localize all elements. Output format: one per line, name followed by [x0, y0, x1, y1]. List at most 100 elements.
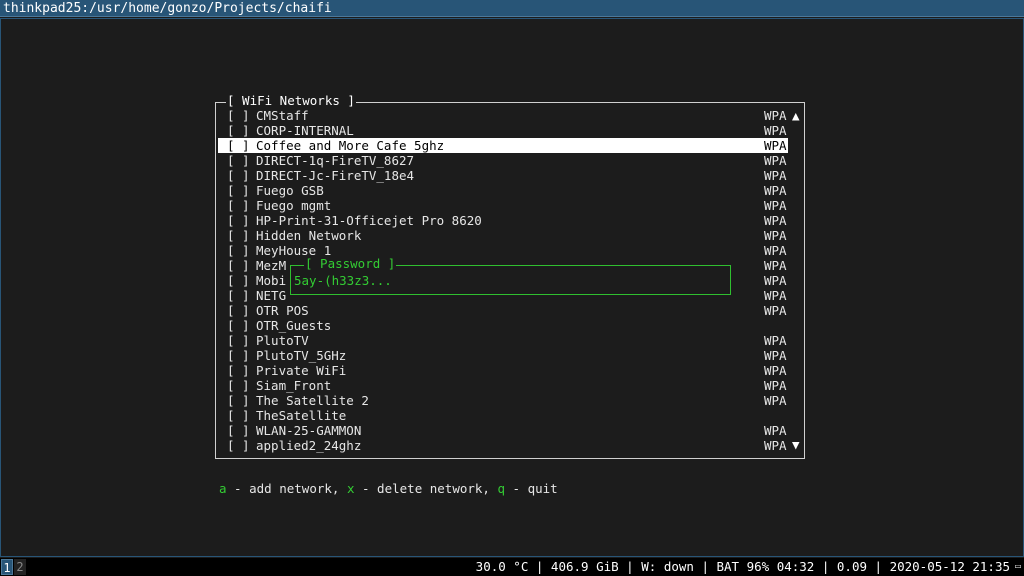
- network-ssid: WLAN-25-GAMMON: [256, 423, 362, 438]
- network-security: WPA: [764, 363, 787, 378]
- network-checkbox[interactable]: [ ]: [227, 348, 250, 363]
- network-ssid: The Satellite 2: [256, 393, 369, 408]
- network-ssid: OTR POS: [256, 303, 309, 318]
- network-security: WPA: [764, 228, 787, 243]
- network-checkbox[interactable]: [ ]: [227, 273, 250, 288]
- network-row[interactable]: [ ] TheSatellite: [218, 408, 788, 423]
- key-hints: a - add network, x - delete network, q -…: [219, 481, 558, 497]
- network-security: WPA: [764, 168, 787, 183]
- scroll-down-icon[interactable]: ▼: [792, 437, 800, 452]
- network-row[interactable]: [ ] The Satellite 2 WPA: [218, 393, 788, 408]
- network-security: WPA: [764, 108, 787, 123]
- workspace-1-button[interactable]: 1: [1, 559, 13, 575]
- network-ssid: applied2_24ghz: [256, 438, 362, 453]
- network-checkbox[interactable]: [ ]: [227, 258, 250, 273]
- network-checkbox[interactable]: [ ]: [227, 138, 250, 153]
- network-ssid: Coffee and More Cafe 5ghz: [256, 138, 445, 153]
- network-checkbox[interactable]: [ ]: [227, 183, 250, 198]
- network-checkbox[interactable]: [ ]: [227, 243, 250, 258]
- network-ssid: Fuego mgmt: [256, 198, 332, 213]
- network-ssid: Siam_Front: [256, 378, 332, 393]
- network-security: WPA: [764, 138, 787, 153]
- quit-key: q: [497, 481, 506, 496]
- network-ssid: DIRECT-Jc-FireTV_18e4: [256, 168, 415, 183]
- network-row[interactable]: [ ] Siam_Front WPA: [218, 378, 788, 393]
- status-bar: 1 2 30.0 °C | 406.9 GiB | W: down | BAT …: [0, 558, 1024, 576]
- network-security: WPA: [764, 243, 787, 258]
- network-security: WPA: [764, 288, 787, 303]
- network-row[interactable]: [ ] MeyHouse 1 WPA: [218, 243, 788, 258]
- network-row[interactable]: [ ] DIRECT-1q-FireTV_8627 WPA: [218, 153, 788, 168]
- network-security: WPA: [764, 393, 787, 408]
- network-security: WPA: [764, 123, 787, 138]
- network-checkbox[interactable]: [ ]: [227, 408, 250, 423]
- network-checkbox[interactable]: [ ]: [227, 363, 250, 378]
- password-dialog-title: [ Password ]: [304, 256, 397, 271]
- network-ssid: NETG: [256, 288, 287, 303]
- network-ssid: Hidden Network: [256, 228, 362, 243]
- network-checkbox[interactable]: [ ]: [227, 438, 250, 453]
- network-checkbox[interactable]: [ ]: [227, 288, 250, 303]
- network-security: WPA: [764, 333, 787, 348]
- network-security: WPA: [764, 303, 787, 318]
- network-row[interactable]: [ ] CORP-INTERNAL WPA: [218, 123, 788, 138]
- window-title: thinkpad25:/usr/home/gonzo/Projects/chai…: [0, 0, 1024, 17]
- network-security: WPA: [764, 198, 787, 213]
- network-row[interactable]: [ ] HP-Print-31-Officejet Pro 8620 WPA: [218, 213, 788, 228]
- network-checkbox[interactable]: [ ]: [227, 198, 250, 213]
- workspace-2-button[interactable]: 2: [14, 559, 26, 575]
- network-row[interactable]: [ ] Private WiFi WPA: [218, 363, 788, 378]
- quit-hint: - quit: [505, 481, 558, 496]
- network-checkbox[interactable]: [ ]: [227, 228, 250, 243]
- add-network-hint: - add network,: [226, 481, 347, 496]
- network-row[interactable]: [ ] PlutoTV_5GHz WPA: [218, 348, 788, 363]
- network-ssid: OTR_Guests: [256, 318, 332, 333]
- network-ssid: PlutoTV: [256, 333, 309, 348]
- network-row[interactable]: [ ] PlutoTV WPA: [218, 333, 788, 348]
- network-security: WPA: [764, 258, 787, 273]
- network-ssid: Mobi: [256, 273, 287, 288]
- network-checkbox[interactable]: [ ]: [227, 393, 250, 408]
- network-ssid: Fuego GSB: [256, 183, 324, 198]
- network-ssid: CMStaff: [256, 108, 309, 123]
- network-security: WPA: [764, 348, 787, 363]
- network-security: WPA: [764, 183, 787, 198]
- network-checkbox[interactable]: [ ]: [227, 333, 250, 348]
- system-status-text: 30.0 °C | 406.9 GiB | W: down | BAT 96% …: [475, 559, 1010, 574]
- network-checkbox[interactable]: [ ]: [227, 213, 250, 228]
- network-security: WPA: [764, 153, 787, 168]
- network-checkbox[interactable]: [ ]: [227, 303, 250, 318]
- network-row[interactable]: [ ] Hidden Network WPA: [218, 228, 788, 243]
- network-checkbox[interactable]: [ ]: [227, 123, 250, 138]
- network-ssid: MezM: [256, 258, 287, 273]
- password-input[interactable]: 5ay-(h33z3...: [294, 273, 392, 288]
- network-security: WPA: [764, 438, 787, 453]
- network-checkbox[interactable]: [ ]: [227, 153, 250, 168]
- scroll-up-icon[interactable]: ▲: [792, 108, 800, 123]
- network-security: WPA: [764, 273, 787, 288]
- network-row[interactable]: [ ] Coffee and More Cafe 5ghz WPA: [218, 138, 788, 153]
- network-security: WPA: [764, 423, 787, 438]
- network-row[interactable]: [ ] applied2_24ghz WPA: [218, 438, 788, 453]
- network-checkbox[interactable]: [ ]: [227, 168, 250, 183]
- network-checkbox[interactable]: [ ]: [227, 108, 250, 123]
- network-row[interactable]: [ ] WLAN-25-GAMMON WPA: [218, 423, 788, 438]
- network-checkbox[interactable]: [ ]: [227, 318, 250, 333]
- network-row[interactable]: [ ] Fuego mgmt WPA: [218, 198, 788, 213]
- network-row[interactable]: [ ] OTR POS WPA: [218, 303, 788, 318]
- network-checkbox[interactable]: [ ]: [227, 423, 250, 438]
- network-row[interactable]: [ ] DIRECT-Jc-FireTV_18e4 WPA: [218, 168, 788, 183]
- network-row[interactable]: [ ] Fuego GSB WPA: [218, 183, 788, 198]
- network-ssid: HP-Print-31-Officejet Pro 8620: [256, 213, 482, 228]
- tray-icon[interactable]: ▭: [1015, 558, 1021, 576]
- network-ssid: Private WiFi: [256, 363, 347, 378]
- add-network-key: a: [219, 481, 227, 496]
- wifi-networks-title: [ WiFi Networks ]: [226, 93, 356, 108]
- network-ssid: TheSatellite: [256, 408, 347, 423]
- network-row[interactable]: [ ] OTR_Guests: [218, 318, 788, 333]
- network-checkbox[interactable]: [ ]: [227, 378, 250, 393]
- network-row[interactable]: [ ] CMStaff WPA: [218, 108, 788, 123]
- delete-network-hint: - delete network,: [354, 481, 498, 496]
- network-ssid: CORP-INTERNAL: [256, 123, 354, 138]
- network-ssid: PlutoTV_5GHz: [256, 348, 347, 363]
